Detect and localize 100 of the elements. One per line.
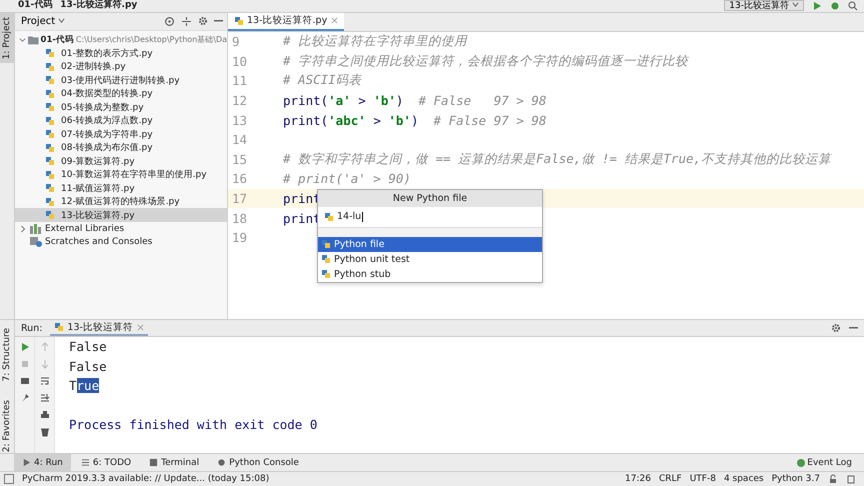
event-log-tab[interactable]: Event Log: [807, 458, 852, 468]
status-item[interactable]: 17:26: [625, 474, 651, 484]
code-line: # 数字和字符串之间，做 == 运算的结果是False,做 != 结果是True,不支持其他的比较运算: [283, 150, 832, 168]
python-file-icon: [45, 183, 55, 194]
python-icon: [54, 322, 64, 332]
python-file-icon: [45, 196, 55, 207]
tool-window-tab[interactable]: 2: Favorites: [0, 396, 14, 456]
file-name: 07-转换成为字符串.py: [61, 128, 153, 141]
file-item[interactable]: 09-算数运算符.py: [15, 154, 227, 168]
line-number: 17: [231, 190, 248, 206]
code-line: # ASCII码表: [283, 72, 362, 90]
run-label: Run:: [21, 322, 42, 334]
trash-icon[interactable]: [40, 427, 50, 438]
file-item[interactable]: 12-赋值运算符的特殊场景.py: [15, 194, 227, 208]
locate-icon[interactable]: [164, 16, 175, 27]
chevron-icon[interactable]: [19, 36, 26, 44]
line-number: 14: [231, 132, 248, 148]
minimize-icon[interactable]: [214, 20, 223, 22]
notification-icon: [797, 458, 806, 467]
file-item[interactable]: 10-算数运算符在字符串里的使用.py: [15, 168, 227, 182]
chevron-icon[interactable]: [19, 224, 27, 233]
file-type-option[interactable]: Python file: [318, 236, 542, 252]
print-icon[interactable]: [40, 410, 50, 420]
tree-item[interactable]: Scratches and Consoles: [45, 237, 152, 248]
tab-title: 13-比较运算符: [67, 320, 133, 334]
breadcrumb-item[interactable]: 01-代码: [18, 0, 52, 12]
code-line: print('abc' > 'b') # False 97 > 98: [283, 112, 546, 128]
python-file-icon: [321, 239, 331, 250]
file-name: 04-数据类型的转换.py: [61, 88, 153, 100]
file-item[interactable]: 04-数据类型的转换.py: [15, 86, 227, 100]
python-file-icon: [45, 75, 55, 86]
file-item[interactable]: 03-使用代码进行进制转换.py: [15, 73, 227, 87]
tool-window-tab[interactable]: Terminal: [141, 454, 208, 472]
soft-wrap-icon[interactable]: [40, 376, 50, 386]
memory-icon[interactable]: [846, 474, 856, 484]
file-item[interactable]: 06-转换成为浮点数.py: [15, 114, 227, 128]
file-item[interactable]: 02-进制转换.py: [15, 60, 227, 74]
status-item[interactable]: Python 3.7: [772, 474, 820, 484]
lock-icon[interactable]: [828, 474, 838, 484]
pin-icon[interactable]: [20, 393, 30, 404]
status-message[interactable]: PyCharm 2019.3.3 available: // Update... (today 15:08): [22, 474, 270, 484]
python-file-icon: [45, 210, 55, 220]
option-label: Python stub: [334, 268, 391, 280]
debug-icon[interactable]: [830, 0, 840, 11]
python-file-icon: [45, 156, 55, 166]
file-item[interactable]: 01-整数的表示方式.py: [15, 46, 227, 60]
file-name: 10-算数运算符在字符串里的使用.py: [61, 168, 207, 182]
file-item[interactable]: 08-转换成为布尔值.py: [15, 140, 227, 154]
status-item[interactable]: UTF-8: [690, 474, 716, 484]
run-icon[interactable]: [812, 0, 822, 11]
list-icon: [80, 458, 90, 468]
file-item[interactable]: 13-比较运算符.py: [15, 208, 227, 222]
window-icon[interactable]: [4, 474, 14, 484]
tool-window-tab[interactable]: 6: TODO: [72, 454, 140, 472]
tool-window-tab[interactable]: 1: Project: [0, 12, 14, 64]
python-file-icon: [321, 254, 331, 264]
file-name: 03-使用代码进行进制转换.py: [61, 74, 180, 87]
search-icon[interactable]: [848, 0, 858, 11]
breadcrumb-item[interactable]: 13-比较运算符.py: [60, 0, 138, 12]
tool-window-tab[interactable]: 7: Structure: [0, 324, 14, 386]
layout-icon[interactable]: [20, 376, 30, 386]
editor-tab[interactable]: 13-比较运算符.py: [228, 12, 344, 31]
line-number: 10: [231, 54, 248, 69]
option-label: Python file: [334, 238, 384, 250]
status-item[interactable]: 4 spaces: [724, 474, 764, 484]
file-item[interactable]: 11-赋值运算符.py: [15, 181, 227, 195]
file-type-option[interactable]: Python unit test: [318, 252, 542, 267]
settings-icon[interactable]: [198, 16, 208, 26]
popup-title: New Python file: [318, 190, 542, 207]
settings-icon[interactable]: [831, 323, 841, 334]
option-label: Python unit test: [334, 254, 410, 265]
python-file-icon: [45, 116, 55, 126]
collapse-icon[interactable]: [181, 16, 192, 27]
caret-icon: [58, 16, 66, 24]
output-line: False: [69, 338, 108, 356]
tool-window-tab[interactable]: 4: Run: [14, 454, 71, 472]
tree-item[interactable]: External Libraries: [45, 224, 124, 234]
python-file-icon: [45, 102, 55, 112]
minimize-icon[interactable]: [849, 327, 858, 330]
line-number: 16: [231, 171, 248, 186]
line-number: 12: [231, 92, 248, 108]
close-icon[interactable]: [331, 17, 338, 24]
status-item[interactable]: CRLF: [658, 474, 682, 484]
run-icon[interactable]: [20, 342, 30, 352]
file-name: 06-转换成为浮点数.py: [61, 114, 153, 128]
exit-message: Process finished with exit code 0: [69, 416, 318, 434]
run-configuration-dropdown[interactable]: 13-比较运算符: [724, 0, 804, 12]
python-file-icon: [45, 62, 55, 72]
line-number: 13: [231, 112, 248, 128]
project-view-dropdown[interactable]: Project: [19, 16, 68, 27]
file-type-option[interactable]: Python stub: [318, 266, 542, 282]
tool-window-tab[interactable]: Python Console: [209, 454, 307, 472]
folder-name[interactable]: 01-代码: [40, 34, 74, 46]
python-file-icon: [45, 142, 55, 153]
file-item[interactable]: 07-转换成为字符串.py: [15, 127, 227, 141]
scroll-to-end-icon[interactable]: [40, 393, 50, 404]
file-name: 05-转换成为整数.py: [61, 102, 144, 114]
play-icon: [22, 458, 31, 468]
python-file-icon: [45, 170, 55, 180]
file-item[interactable]: 05-转换成为整数.py: [15, 100, 227, 114]
